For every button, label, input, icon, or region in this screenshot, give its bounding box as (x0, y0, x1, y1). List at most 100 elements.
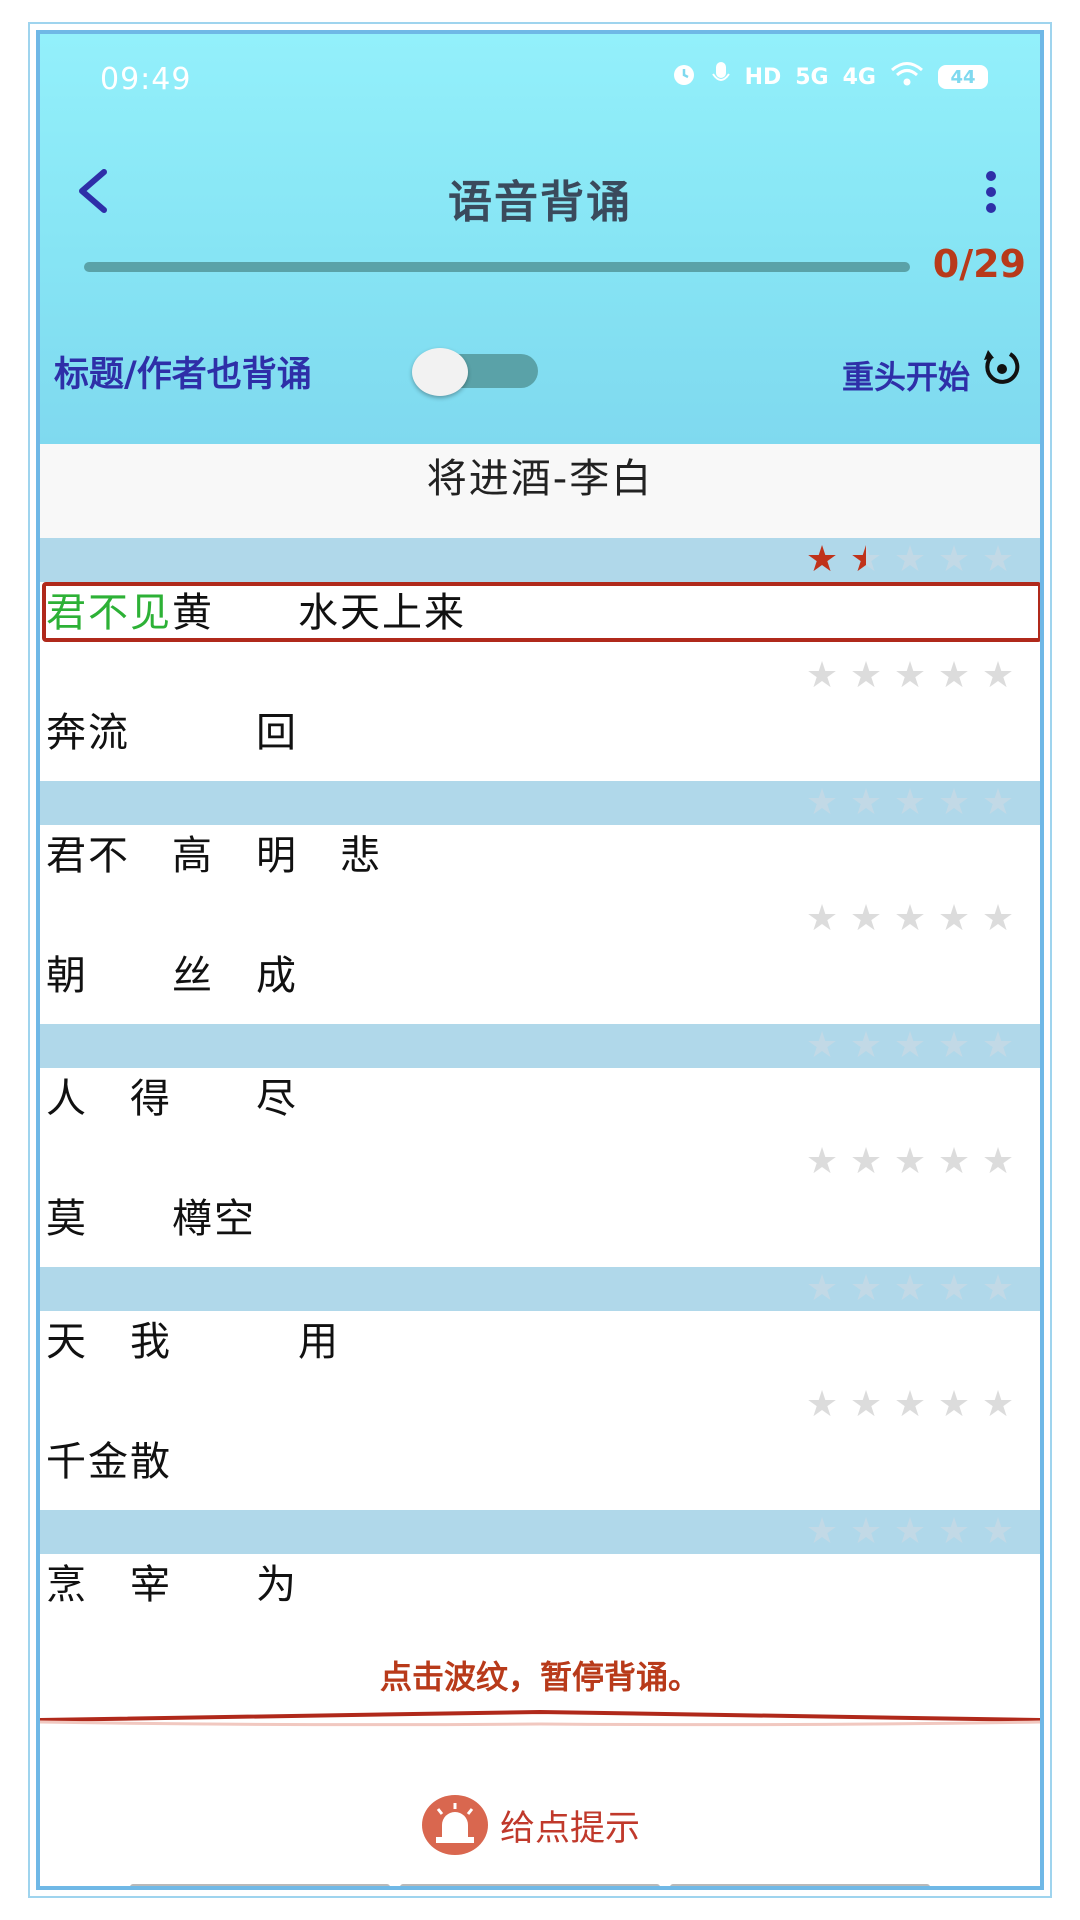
star-icon: ★ (849, 1384, 883, 1425)
status-icons: HD 5G 4G 44 (671, 60, 988, 94)
star-icon: ★ (893, 1141, 927, 1182)
recite-title-author-label: 标题/作者也背诵 (54, 355, 312, 395)
star-icon: ★ (937, 898, 971, 939)
wifi-icon (890, 61, 924, 93)
star-icon: ★ (937, 539, 971, 580)
more-vertical-icon (986, 171, 996, 213)
poem-line[interactable]: 君不见黄 水天上来 (46, 586, 466, 640)
star-icon: ★ (849, 1268, 883, 1309)
line-rating: ★ ★ ★ ★ ★ (804, 1385, 1016, 1425)
signal-4g-icon: 4G (842, 64, 876, 90)
poem-line[interactable]: 天 我 用 (46, 1315, 340, 1369)
star-icon: ★ (893, 1025, 927, 1066)
couplet-rating: ★ ★ ★ ★ ★ (804, 1269, 1016, 1309)
star-icon: ★ (893, 1384, 927, 1425)
star-icon: ★ (849, 655, 883, 696)
gesture-nav-bar (130, 1884, 930, 1886)
poem-line[interactable]: 君不 高 明 悲 (46, 829, 382, 883)
alarm-icon (671, 61, 697, 93)
star-icon: ★ (849, 539, 883, 580)
couplet-block: ★ ★ ★ ★ ★ 君不见黄 水天上来 ★ ★ ★ ★ ★ 奔流 回 (40, 538, 1040, 781)
star-icon: ★ (849, 782, 883, 823)
poem-line[interactable]: 千金散 (46, 1435, 172, 1489)
microphone-icon (711, 60, 731, 94)
couplet-rating-strip: ★ ★ ★ ★ ★ (40, 1510, 1040, 1554)
star-icon: ★ (805, 1141, 839, 1182)
star-icon: ★ (893, 539, 927, 580)
star-icon: ★ (981, 1511, 1015, 1552)
more-options-button[interactable] (976, 162, 1006, 222)
hd-icon: HD (744, 64, 782, 90)
star-icon: ★ (893, 782, 927, 823)
give-hint-button[interactable]: 给点提示 (422, 1792, 640, 1858)
star-icon: ★ (805, 1511, 839, 1552)
poem-line[interactable]: 莫 樽空 (46, 1192, 256, 1246)
star-icon: ★ (805, 1025, 839, 1066)
pause-hint-text: 点击波纹，暂停背诵。 (379, 1658, 700, 1696)
restart-button[interactable]: 重头开始 (842, 352, 970, 398)
nav-bar-segment (670, 1884, 930, 1886)
star-icon: ★ (937, 782, 971, 823)
restart-icon[interactable] (980, 346, 1024, 390)
star-icon: ★ (893, 1511, 927, 1552)
poem-line[interactable]: 奔流 回 (46, 706, 298, 760)
star-icon: ★ (937, 1268, 971, 1309)
star-icon: ★ (849, 1025, 883, 1066)
progress-bar (84, 262, 910, 272)
phone-screen: 09:49 HD 5G 4G 44 语音背诵 0/29 标题/作者也背诵 重头开… (36, 30, 1044, 1890)
couplet-block: ★ ★ ★ ★ ★ 君不 高 明 悲 ★ ★ ★ ★ ★ 朝 丝 成 (40, 781, 1040, 1024)
star-icon: ★ (981, 1384, 1015, 1425)
signal-5g-icon: 5G (795, 64, 829, 90)
couplet-rating: ★ ★ ★ ★ ★ (804, 783, 1016, 823)
couplet-rating-strip: ★ ★ ★ ★ ★ (40, 1024, 1040, 1068)
star-icon: ★ (937, 1511, 971, 1552)
star-icon: ★ (981, 1141, 1015, 1182)
couplet-rating-strip: ★ ★ ★ ★ ★ (40, 781, 1040, 825)
poem-line[interactable]: 烹 宰 为 (46, 1558, 298, 1612)
status-time: 09:49 (100, 62, 192, 97)
star-icon: ★ (849, 1511, 883, 1552)
bottom-panel: 点击波纹，暂停背诵。 给点提示 (40, 1632, 1040, 1886)
star-icon: ★ (849, 1141, 883, 1182)
poem-line[interactable]: 人 得 尽 (46, 1072, 298, 1126)
star-icon: ★ (981, 539, 1015, 580)
star-icon: ★ (893, 655, 927, 696)
star-icon: ★ (805, 782, 839, 823)
star-icon: ★ (937, 1025, 971, 1066)
poem-lines: ★ ★ ★ ★ ★ 君不见黄 水天上来 ★ ★ ★ ★ ★ 奔流 回 ★ ★ ★ ★ ★ 君不 高 明 … (40, 538, 1040, 1620)
star-icon: ★ (937, 1384, 971, 1425)
star-icon: ★ (981, 1025, 1015, 1066)
line-rating: ★ ★ ★ ★ ★ (804, 1142, 1016, 1182)
page-title: 语音背诵 (448, 177, 632, 228)
couplet-rating: ★ ★ ★ ★ ★ (804, 1512, 1016, 1552)
toggle-knob (412, 348, 468, 396)
star-icon: ★ (981, 782, 1015, 823)
poem-title: 将进酒-李白 (40, 444, 1040, 538)
couplet-block: ★ ★ ★ ★ ★ 天 我 用 ★ ★ ★ ★ ★ 千金散 (40, 1267, 1040, 1510)
star-icon: ★ (805, 655, 839, 696)
recite-title-author-toggle[interactable] (412, 348, 538, 396)
couplet-block: ★ ★ ★ ★ ★ 人 得 尽 ★ ★ ★ ★ ★ 莫 樽空 (40, 1024, 1040, 1267)
star-icon: ★ (805, 539, 839, 580)
line-rating: ★ ★ ★ ★ ★ (804, 656, 1016, 696)
voice-waveform[interactable] (40, 1704, 1040, 1730)
progress-counter: 0/29 (932, 242, 1026, 286)
star-icon: ★ (937, 1141, 971, 1182)
star-icon: ★ (805, 1268, 839, 1309)
revealed-text: 君不见 (46, 590, 172, 636)
star-icon: ★ (981, 655, 1015, 696)
star-icon: ★ (893, 1268, 927, 1309)
nav-bar-segment (130, 1884, 390, 1886)
couplet-rating: ★ ★ ★ ★ ★ (804, 540, 1016, 580)
star-icon: ★ (805, 1384, 839, 1425)
battery-icon: 44 (938, 65, 988, 89)
line-rating: ★ ★ ★ ★ ★ (804, 899, 1016, 939)
star-icon: ★ (893, 898, 927, 939)
couplet-rating-strip: ★ ★ ★ ★ ★ (40, 538, 1040, 582)
star-icon: ★ (981, 1268, 1015, 1309)
star-icon: ★ (937, 655, 971, 696)
line-text: 黄 水天上来 (172, 590, 466, 636)
poem-line[interactable]: 朝 丝 成 (46, 949, 298, 1003)
couplet-rating: ★ ★ ★ ★ ★ (804, 1026, 1016, 1066)
couplet-block: ★ ★ ★ ★ ★ 烹 宰 为 (40, 1510, 1040, 1620)
